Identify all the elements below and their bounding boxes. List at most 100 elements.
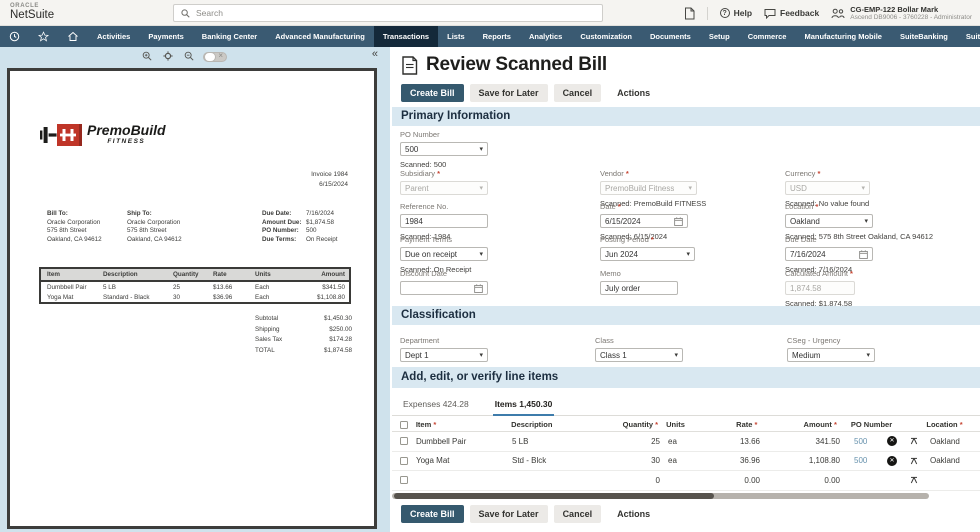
nav-item-payments[interactable]: Payments xyxy=(139,26,192,47)
document-viewer-panel: PremoBuild FITNESS Invoice 1984 6/15/202… xyxy=(0,47,390,532)
location-select[interactable]: Oakland xyxy=(785,214,873,228)
rate-cell[interactable]: 36.96 xyxy=(694,456,760,465)
item-cell[interactable]: Dumbbell Pair xyxy=(416,437,512,446)
scrollbar-thumb[interactable] xyxy=(394,493,714,499)
nav-item-activities[interactable]: Activities xyxy=(88,26,139,47)
items-horizontal-scrollbar[interactable] xyxy=(392,493,929,499)
user-name: CG-EMP-122 Bollar Mark xyxy=(850,5,972,15)
nav-item-suiteapps[interactable]: SuiteApps xyxy=(957,26,980,47)
nav-item-documents[interactable]: Documents xyxy=(641,26,700,47)
row-checkbox[interactable] xyxy=(400,476,408,484)
description-cell[interactable]: Std - Blck xyxy=(512,456,600,465)
feedback-button[interactable]: Feedback xyxy=(764,8,819,19)
amount-cell[interactable]: 1,108.80 xyxy=(760,456,840,465)
payment-terms-select[interactable]: Due on receipt xyxy=(400,247,488,261)
user-menu[interactable]: CG-EMP-122 Bollar Mark Ascend DB9006 - 3… xyxy=(831,5,972,22)
calendar-icon[interactable] xyxy=(859,250,868,259)
units-cell[interactable]: ea xyxy=(660,437,694,446)
recent-records-icon[interactable] xyxy=(0,26,29,47)
remove-line-icon[interactable] xyxy=(887,436,897,446)
nav-item-analytics[interactable]: Analytics xyxy=(520,26,571,47)
zoom-out-icon[interactable] xyxy=(184,51,194,61)
row-checkbox[interactable] xyxy=(400,437,408,445)
nav-item-reports[interactable]: Reports xyxy=(474,26,520,47)
rate-cell[interactable]: 0.00 xyxy=(694,476,760,485)
save-for-later-button[interactable]: Save for Later xyxy=(470,505,548,523)
amount-cell[interactable]: 0.00 xyxy=(760,476,840,485)
remove-line-icon[interactable] xyxy=(887,456,897,466)
item-cell[interactable]: Yoga Mat xyxy=(416,456,512,465)
ship-to-line: Oakland, CA 94612 xyxy=(127,236,182,245)
date-input[interactable]: 6/15/2024 xyxy=(600,214,688,228)
discount-date-input[interactable] xyxy=(400,281,488,295)
cseg-urgency-select[interactable]: Medium xyxy=(787,348,875,362)
line-items-tabs: Expenses 424.28 Items 1,450.30 xyxy=(392,396,980,416)
calendar-icon[interactable] xyxy=(474,284,483,293)
expand-line-icon[interactable] xyxy=(910,476,918,484)
expand-line-icon[interactable] xyxy=(910,437,918,445)
vendor-logo-name: PremoBuild xyxy=(87,123,166,137)
calculated-amount-input: 1,874.58 xyxy=(785,281,855,295)
total-value: $1,450.30 xyxy=(324,315,352,326)
feedback-icon xyxy=(764,8,776,19)
location-cell[interactable]: Oakland xyxy=(924,437,980,446)
nav-item-advanced-manufacturing[interactable]: Advanced Manufacturing xyxy=(266,26,374,47)
viewer-toggle-switch[interactable] xyxy=(203,52,227,62)
po-number-link[interactable]: 500 xyxy=(854,437,867,446)
nav-item-manufacturing-mobile[interactable]: Manufacturing Mobile xyxy=(795,26,891,47)
class-select[interactable]: Class 1 xyxy=(595,348,683,362)
select-all-checkbox[interactable] xyxy=(400,421,408,429)
units-cell[interactable]: ea xyxy=(660,456,694,465)
department-value: Dept 1 xyxy=(405,351,429,360)
nav-item-commerce[interactable]: Commerce xyxy=(739,26,796,47)
cancel-button[interactable]: Cancel xyxy=(554,505,602,523)
create-bill-button[interactable]: Create Bill xyxy=(401,84,464,102)
expand-line-icon[interactable] xyxy=(910,457,918,465)
posting-period-select[interactable]: Jun 2024 xyxy=(600,247,695,261)
nav-item-customization[interactable]: Customization xyxy=(571,26,641,47)
fit-to-page-icon[interactable] xyxy=(163,51,173,61)
home-icon[interactable] xyxy=(58,26,88,47)
zoom-in-icon[interactable] xyxy=(142,51,152,61)
nav-item-suitebanking[interactable]: SuiteBanking xyxy=(891,26,957,47)
amount-cell[interactable]: 341.50 xyxy=(760,437,840,446)
reference-no-value: 1984 xyxy=(405,217,423,226)
section-classification: Classification xyxy=(392,306,980,325)
cancel-button[interactable]: Cancel xyxy=(554,84,602,102)
location-cell[interactable]: Oakland xyxy=(924,456,980,465)
search-input[interactable]: Search xyxy=(173,4,603,22)
rate-cell[interactable]: 13.66 xyxy=(694,437,760,446)
quantity-cell[interactable]: 0 xyxy=(600,476,660,485)
nav-item-transactions[interactable]: Transactions xyxy=(374,26,438,47)
memo-input[interactable]: July order xyxy=(600,281,678,295)
netsuite-logo[interactable]: ORACLE NetSuite xyxy=(10,3,54,22)
nav-item-banking-center[interactable]: Banking Center xyxy=(193,26,266,47)
actions-menu-button[interactable]: Actions xyxy=(617,88,650,98)
summary-label: PO Number: xyxy=(262,227,306,236)
new-document-button[interactable] xyxy=(684,7,695,20)
tab-items[interactable]: Items 1,450.30 xyxy=(493,396,555,416)
nav-item-setup[interactable]: Setup xyxy=(700,26,739,47)
department-select[interactable]: Dept 1 xyxy=(400,348,488,362)
po-number-select[interactable]: 500 xyxy=(400,142,488,156)
row-checkbox[interactable] xyxy=(400,457,408,465)
description-cell[interactable]: 5 LB xyxy=(512,437,600,446)
reference-no-input[interactable]: 1984 xyxy=(400,214,488,228)
create-bill-button[interactable]: Create Bill xyxy=(401,505,464,523)
collapse-panel-icon[interactable] xyxy=(372,48,378,60)
due-date-input[interactable]: 7/16/2024 xyxy=(785,247,873,261)
quantity-cell[interactable]: 30 xyxy=(600,456,660,465)
help-button[interactable]: Help xyxy=(720,8,752,18)
field-label: Discount Date xyxy=(400,269,590,278)
shortcuts-star-icon[interactable] xyxy=(29,26,58,47)
po-number-link[interactable]: 500 xyxy=(854,456,867,465)
items-table-header: Item Description Quantity Units Rate Amo… xyxy=(392,418,980,432)
quantity-cell[interactable]: 25 xyxy=(600,437,660,446)
search-placeholder: Search xyxy=(196,8,223,18)
cseg-urgency-value: Medium xyxy=(792,351,820,360)
calendar-icon[interactable] xyxy=(674,217,683,226)
nav-item-lists[interactable]: Lists xyxy=(438,26,474,47)
actions-menu-button[interactable]: Actions xyxy=(617,509,650,519)
save-for-later-button[interactable]: Save for Later xyxy=(470,84,548,102)
tab-expenses[interactable]: Expenses 424.28 xyxy=(401,396,471,415)
